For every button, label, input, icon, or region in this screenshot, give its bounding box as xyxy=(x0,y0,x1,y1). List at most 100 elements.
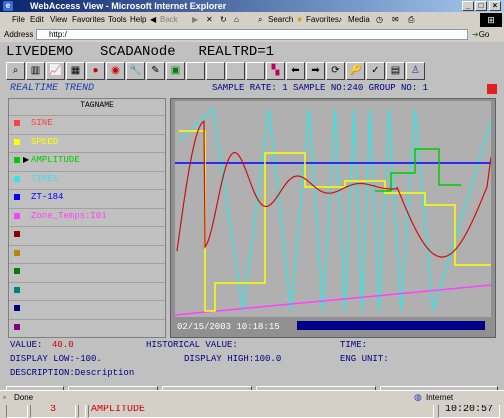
series-times-line xyxy=(178,107,491,312)
tag-color-swatch xyxy=(14,323,20,330)
status-done: Done xyxy=(14,393,34,402)
user-icon[interactable]: ♙ xyxy=(406,62,425,80)
realtrd-label: REALTRD=1 xyxy=(198,44,275,60)
alarm-icon[interactable]: ● xyxy=(86,62,105,80)
tag-name: TIMES xyxy=(31,173,59,184)
refresh-icon[interactable]: ↻ xyxy=(220,14,227,26)
address-bar: Address http:/ ➔Go xyxy=(0,28,504,42)
go-arrow-icon: ➔ xyxy=(472,30,479,39)
go-button[interactable]: ➔Go xyxy=(472,29,500,40)
media-icon[interactable]: ♪ xyxy=(338,14,342,26)
selected-tag-marker-icon: ▶ xyxy=(23,155,30,164)
tag-color-swatch xyxy=(14,138,20,145)
blank-tool-1[interactable] xyxy=(186,62,205,80)
blank-tool-3[interactable] xyxy=(226,62,245,80)
menu-file[interactable]: File xyxy=(12,15,25,24)
wrench-icon[interactable]: 🔧 xyxy=(126,62,145,80)
trend-title: REALTIME TREND xyxy=(10,83,95,94)
search-icon[interactable]: ⌕ xyxy=(258,14,262,26)
graph-icon[interactable]: ▦ xyxy=(66,62,85,80)
tag-row[interactable]: ▶ AMPLITUDE xyxy=(9,152,165,169)
time-label: TIME: xyxy=(340,340,368,350)
tag-row[interactable] xyxy=(9,244,165,262)
address-input[interactable]: http:/ xyxy=(36,29,468,40)
status-zone: Internet xyxy=(426,393,454,402)
menu-favorites[interactable]: Favorites xyxy=(72,15,105,24)
back-arrow-icon[interactable]: ◀ xyxy=(150,14,156,26)
tag-name: Zone_Temps:I01 xyxy=(31,210,107,221)
monitor-icon[interactable]: ▣ xyxy=(166,62,185,80)
favorites-icon[interactable]: ★ xyxy=(296,14,303,26)
tag-row[interactable] xyxy=(9,318,165,336)
forward-arrow-icon[interactable]: ▶ xyxy=(192,14,198,26)
windows-logo-icon: ⊞ xyxy=(480,13,502,27)
display-high: DISPLAY HIGH:100.0 xyxy=(184,354,282,364)
alarm-group-icon[interactable]: ◉ xyxy=(106,62,125,80)
home-icon[interactable]: ⌂ xyxy=(234,14,239,26)
tag-row[interactable] xyxy=(9,300,165,317)
tag-row[interactable]: TIMES xyxy=(9,170,165,188)
stop-icon[interactable]: ✕ xyxy=(206,14,213,26)
color-palette-icon[interactable]: ▚ xyxy=(266,62,285,80)
minimize-button[interactable]: _ xyxy=(462,1,474,11)
history-icon[interactable]: ◷ xyxy=(376,14,383,26)
favorites-button[interactable]: Favorites xyxy=(306,14,339,26)
edit-icon[interactable]: ✎ xyxy=(146,62,165,80)
search-tool-icon[interactable]: ⌕ xyxy=(6,62,25,80)
key-icon[interactable]: 🔑 xyxy=(346,62,365,80)
value-label: VALUE: xyxy=(10,340,43,350)
tag-row[interactable]: SINE xyxy=(9,115,165,132)
tag-row[interactable] xyxy=(9,263,165,280)
eng-unit-label: ENG UNIT: xyxy=(340,354,389,364)
series-zone-temps-line xyxy=(175,284,491,316)
page-icon: ▫ xyxy=(3,393,6,402)
window-title-bar: e WebAccess View - Microsoft Internet Ex… xyxy=(0,0,504,12)
maximize-button[interactable]: □ xyxy=(475,1,487,11)
blank-tool-4[interactable] xyxy=(246,62,265,80)
node-name: LIVEDEMO xyxy=(6,44,74,60)
tag-row[interactable] xyxy=(9,281,165,299)
refresh-tool-icon[interactable]: ⟳ xyxy=(326,62,345,80)
tag-row[interactable]: SPEED xyxy=(9,133,165,151)
tag-color-swatch xyxy=(14,249,20,256)
document-icon[interactable]: ▤ xyxy=(386,62,405,80)
media-button[interactable]: Media xyxy=(348,14,370,26)
print-icon[interactable]: ⎙ xyxy=(408,14,414,26)
close-window-button[interactable]: × xyxy=(489,1,501,11)
description-label: DESCRIPTION:Description xyxy=(10,368,135,378)
back-button[interactable]: Back xyxy=(160,14,178,26)
tag-name: SINE xyxy=(31,118,53,128)
series-amplitude-line xyxy=(375,148,461,192)
alarm-ack-icon[interactable]: ✓ xyxy=(366,62,385,80)
search-button[interactable]: Search xyxy=(268,14,293,26)
tag-color-swatch xyxy=(14,286,20,293)
tag-color-swatch xyxy=(14,231,20,237)
trend-info-bar: REALTIME TREND SAMPLE RATE: 1 SAMPLE NO:… xyxy=(6,82,500,97)
tag-row[interactable]: Zone_Temps:I01 xyxy=(9,207,165,225)
tag-name: SPEED xyxy=(31,136,59,147)
ie-icon: e xyxy=(3,1,13,11)
chart-scrollbar[interactable] xyxy=(297,321,485,330)
browser-status-bar: ▫ Done ◍ Internet xyxy=(0,390,504,405)
historical-value-label: HISTORICAL VALUE: xyxy=(146,340,238,350)
close-trend-icon[interactable] xyxy=(487,84,497,94)
blank-tool-2[interactable] xyxy=(206,62,225,80)
tag-color-swatch xyxy=(14,120,20,126)
tag-row[interactable] xyxy=(9,226,165,243)
tag-color-swatch xyxy=(14,305,20,311)
scada-node-name: SCADANode xyxy=(100,44,176,60)
menu-edit[interactable]: Edit xyxy=(30,15,44,24)
mail-icon[interactable]: ✉ xyxy=(392,14,399,26)
menu-help[interactable]: Help xyxy=(130,15,146,24)
trend-chart-icon[interactable]: 📈 xyxy=(46,62,65,80)
tag-row[interactable]: ZT-184 xyxy=(9,189,165,206)
tag-color-swatch xyxy=(14,212,20,219)
address-label: Address xyxy=(4,30,34,39)
sample-info: SAMPLE RATE: 1 SAMPLE NO:240 GROUP NO: 1 xyxy=(212,83,429,93)
menu-view[interactable]: View xyxy=(50,15,67,24)
menu-tools[interactable]: Tools xyxy=(108,15,127,24)
next-arrow-icon[interactable]: ➡ xyxy=(306,62,325,80)
calculator-icon[interactable]: ▥ xyxy=(26,62,45,80)
prev-arrow-icon[interactable]: ⬅ xyxy=(286,62,305,80)
tag-list: TAGNAME SINE SPEED ▶ AMPLITUDE TIMES ZT-184 Zo… xyxy=(8,98,166,338)
